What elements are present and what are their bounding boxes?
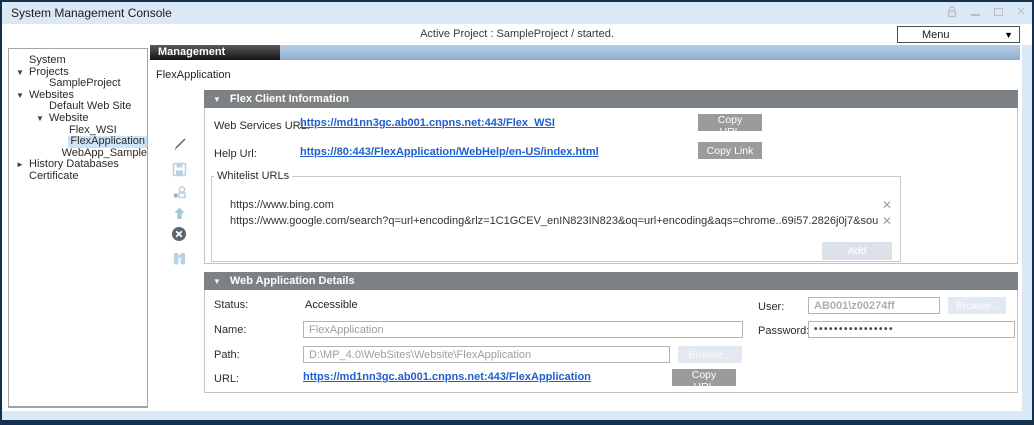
add-url-button[interactable]: Add [822, 242, 892, 260]
user-label: User: [758, 301, 784, 313]
window-title: System Management Console [11, 6, 172, 20]
web-services-url-label: Web Services URL: [214, 120, 310, 132]
tab-strip-fill [280, 45, 1020, 60]
active-project-label: Active Project : SampleProject / started… [2, 28, 1032, 40]
copy-link-button[interactable]: Copy Link [698, 142, 762, 159]
url-label: URL: [214, 373, 239, 385]
collapse-arrow-icon[interactable] [9, 159, 29, 171]
remove-url-icon[interactable]: ✕ [878, 198, 892, 212]
whitelist-urls-legend: Whitelist URLs [214, 170, 292, 182]
main-area: System Projects SampleProject Websites D… [2, 45, 1022, 411]
expand-arrow-icon[interactable] [9, 90, 29, 102]
tree-item-system[interactable]: System [9, 55, 147, 67]
application-url-link[interactable]: https://md1nn3gc.ab001.cnpns.net:443/Fle… [303, 371, 591, 383]
help-url-link[interactable]: https://80:443/FlexApplication/WebHelp/e… [300, 146, 599, 158]
whitelist-row: https://www.bing.com ✕ [230, 198, 892, 212]
section-title: Flex Client Information [230, 93, 349, 105]
web-application-details-section: ▼ Web Application Details Status: Access… [204, 272, 1018, 393]
search-binoculars-icon[interactable] [170, 249, 188, 267]
dropdown-arrow-icon: ▼ [1004, 30, 1019, 40]
title-bar: System Management Console ✕ [2, 2, 1032, 24]
edit-icon[interactable] [170, 135, 188, 153]
copy-url-button-details[interactable]: Copy URL [672, 369, 736, 386]
user-field[interactable] [808, 297, 940, 314]
path-field[interactable] [303, 346, 670, 363]
menu-dropdown[interactable]: Menu ▼ [897, 26, 1020, 43]
status-value: Accessible [305, 299, 358, 311]
tab-management[interactable]: Management [150, 45, 280, 60]
name-label: Name: [214, 324, 246, 336]
minimize-button[interactable] [968, 5, 982, 19]
tree-item-website[interactable]: Website [9, 113, 147, 125]
collapse-triangle-icon: ▼ [213, 277, 221, 286]
lock-icon [945, 5, 959, 19]
edit-properties-icon[interactable] [170, 183, 188, 201]
menu-dropdown-label: Menu [898, 29, 1004, 41]
status-label: Status: [214, 299, 248, 311]
status-bar: Active Project : SampleProject / started… [2, 24, 1032, 45]
web-services-url-link[interactable]: https://md1nn3gc.ab001.cnpns.net:443/Fle… [300, 117, 555, 129]
close-button[interactable]: ✕ [1014, 5, 1028, 19]
upload-arrow-icon[interactable] [170, 204, 188, 222]
navigation-tree: System Projects SampleProject Websites D… [8, 48, 148, 408]
tree-item-flexapplication[interactable]: FlexApplication [9, 136, 147, 148]
expand-arrow-icon[interactable] [9, 67, 29, 79]
name-field[interactable] [303, 321, 743, 338]
whitelist-url: https://www.bing.com [230, 199, 878, 211]
web-application-details-body: Status: Accessible Name: Path: Browse...… [204, 290, 1018, 393]
flex-client-information-header[interactable]: ▼ Flex Client Information [204, 90, 1018, 108]
password-field[interactable] [808, 321, 1015, 338]
flex-client-information-body: Web Services URL: https://md1nn3gc.ab001… [204, 108, 1018, 264]
window-controls: ✕ [945, 5, 1028, 19]
save-icon[interactable] [170, 160, 188, 178]
tree-item-certificate[interactable]: Certificate [9, 171, 147, 183]
tab-strip: Management [150, 45, 1020, 60]
remove-url-icon[interactable]: ✕ [878, 214, 892, 228]
section-title: Web Application Details [230, 275, 355, 287]
path-label: Path: [214, 349, 240, 361]
expand-arrow-icon[interactable] [29, 113, 49, 125]
cancel-icon[interactable] [170, 225, 188, 243]
whitelist-urls-group: Whitelist URLs https://www.bing.com ✕ ht… [211, 170, 901, 262]
copy-url-button[interactable]: Copy URL [698, 114, 762, 131]
browse-path-button[interactable]: Browse... [678, 346, 742, 363]
maximize-button[interactable] [991, 5, 1005, 19]
page-title: FlexApplication [156, 69, 231, 81]
web-application-details-header[interactable]: ▼ Web Application Details [204, 272, 1018, 290]
flex-client-information-section: ▼ Flex Client Information Web Services U… [204, 90, 1018, 264]
whitelist-row: https://www.google.com/search?q=url+enco… [230, 214, 892, 228]
browse-user-button[interactable]: Browse... [948, 297, 1006, 314]
whitelist-url: https://www.google.com/search?q=url+enco… [230, 215, 878, 227]
collapse-triangle-icon: ▼ [213, 95, 221, 104]
help-url-label: Help Url: [214, 148, 257, 160]
app-window: System Management Console ✕ Active Proje… [0, 0, 1034, 425]
password-label: Password: [758, 325, 809, 337]
